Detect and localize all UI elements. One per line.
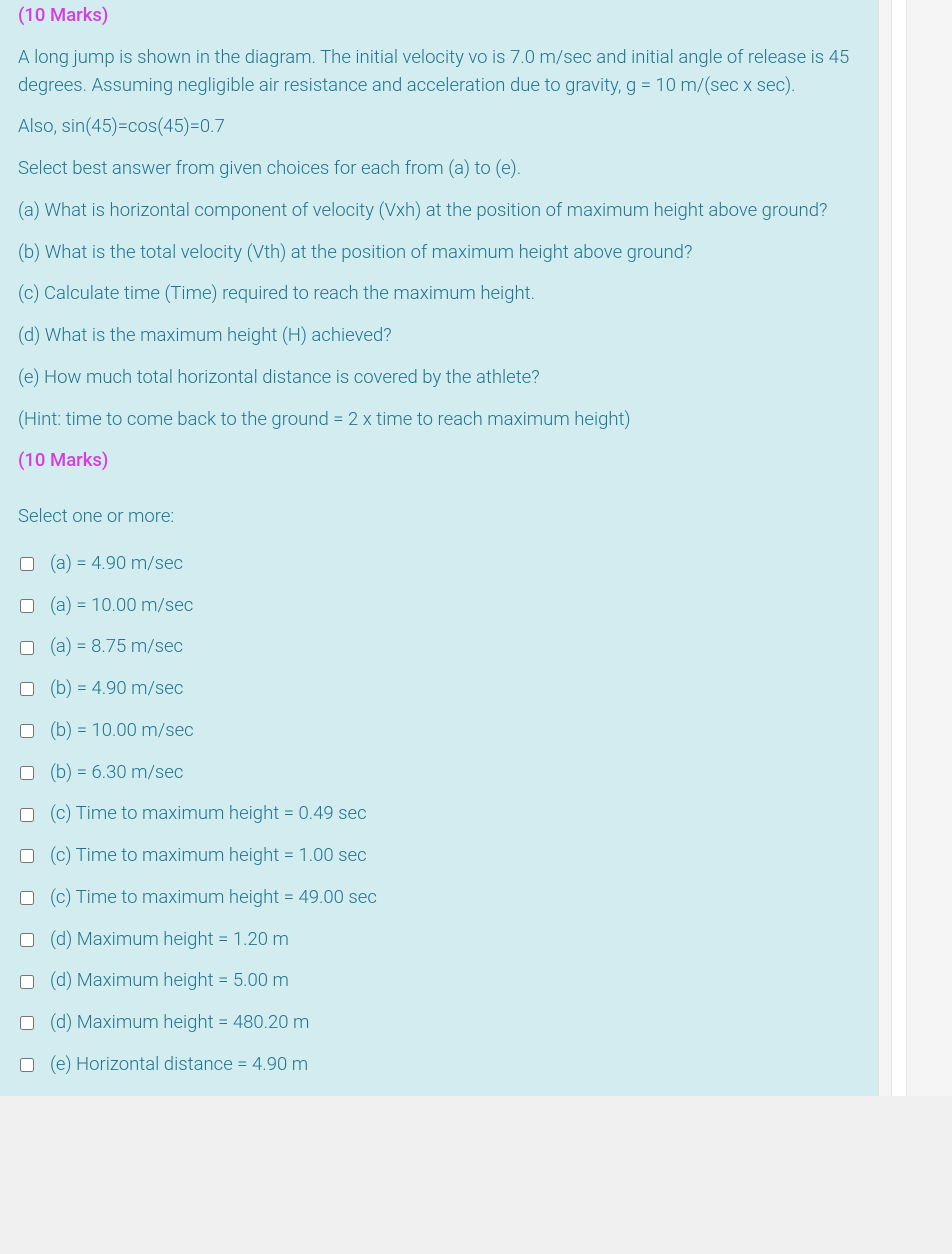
option-row: (a) = 8.75 m/sec xyxy=(18,626,860,668)
option-checkbox-10[interactable] xyxy=(20,975,34,989)
also-line: Also, sin(45)=cos(45)=0.7 xyxy=(18,113,860,141)
option-row: (c) Time to maximum height = 49.00 sec xyxy=(18,877,860,919)
option-checkbox-5[interactable] xyxy=(20,766,34,780)
right-gutter xyxy=(878,0,952,1096)
option-checkbox-8[interactable] xyxy=(20,891,34,905)
option-checkbox-6[interactable] xyxy=(20,808,34,822)
option-label: (c) Time to maximum height = 1.00 sec xyxy=(50,842,367,870)
problem-intro: A long jump is shown in the diagram. The… xyxy=(18,44,860,100)
options-intro: Select one or more: xyxy=(18,503,860,531)
option-label: (c) Time to maximum height = 0.49 sec xyxy=(50,800,367,828)
option-checkbox-2[interactable] xyxy=(20,641,34,655)
option-label: (d) Maximum height = 5.00 m xyxy=(50,967,289,995)
option-label: (d) Maximum height = 480.20 m xyxy=(50,1009,309,1037)
option-label: (b) = 10.00 m/sec xyxy=(50,717,194,745)
question-panel: (10 Marks) A long jump is shown in the d… xyxy=(0,0,878,1096)
option-row: (b) = 6.30 m/sec xyxy=(18,752,860,794)
option-label: (d) Maximum height = 1.20 m xyxy=(50,926,289,954)
option-checkbox-12[interactable] xyxy=(20,1058,34,1072)
question-e: (e) How much total horizontal distance i… xyxy=(18,364,860,392)
option-row: (b) = 10.00 m/sec xyxy=(18,710,860,752)
question-d: (d) What is the maximum height (H) achie… xyxy=(18,322,860,350)
option-row: (a) = 4.90 m/sec xyxy=(18,543,860,585)
option-row: (d) Maximum height = 1.20 m xyxy=(18,919,860,961)
select-instruction: Select best answer from given choices fo… xyxy=(18,155,860,183)
option-checkbox-1[interactable] xyxy=(20,599,34,613)
option-label: (b) = 6.30 m/sec xyxy=(50,759,183,787)
marks-bottom: (10 Marks) xyxy=(18,447,860,475)
option-label: (a) = 8.75 m/sec xyxy=(50,633,183,661)
marks-top: (10 Marks) xyxy=(18,2,860,30)
option-checkbox-0[interactable] xyxy=(20,557,34,571)
option-row: (e) Horizontal distance = 4.90 m xyxy=(18,1044,860,1086)
question-c: (c) Calculate time (Time) required to re… xyxy=(18,280,860,308)
option-label: (a) = 10.00 m/sec xyxy=(50,592,193,620)
question-a: (a) What is horizontal component of velo… xyxy=(18,197,860,225)
option-row: (c) Time to maximum height = 1.00 sec xyxy=(18,835,860,877)
option-label: (b) = 4.90 m/sec xyxy=(50,675,183,703)
option-label: (a) = 4.90 m/sec xyxy=(50,550,183,578)
question-b: (b) What is the total velocity (Vth) at … xyxy=(18,239,860,267)
option-row: (d) Maximum height = 480.20 m xyxy=(18,1002,860,1044)
page-container: (10 Marks) A long jump is shown in the d… xyxy=(0,0,952,1096)
option-label: (c) Time to maximum height = 49.00 sec xyxy=(50,884,377,912)
option-checkbox-9[interactable] xyxy=(20,933,34,947)
hint: (Hint: time to come back to the ground =… xyxy=(18,406,860,434)
option-row: (d) Maximum height = 5.00 m xyxy=(18,960,860,1002)
option-row: (a) = 10.00 m/sec xyxy=(18,585,860,627)
option-checkbox-3[interactable] xyxy=(20,682,34,696)
option-checkbox-11[interactable] xyxy=(20,1016,34,1030)
option-label: (e) Horizontal distance = 4.90 m xyxy=(50,1051,308,1079)
option-row: (b) = 4.90 m/sec xyxy=(18,668,860,710)
option-checkbox-4[interactable] xyxy=(20,724,34,738)
option-checkbox-7[interactable] xyxy=(20,849,34,863)
option-row: (c) Time to maximum height = 0.49 sec xyxy=(18,793,860,835)
